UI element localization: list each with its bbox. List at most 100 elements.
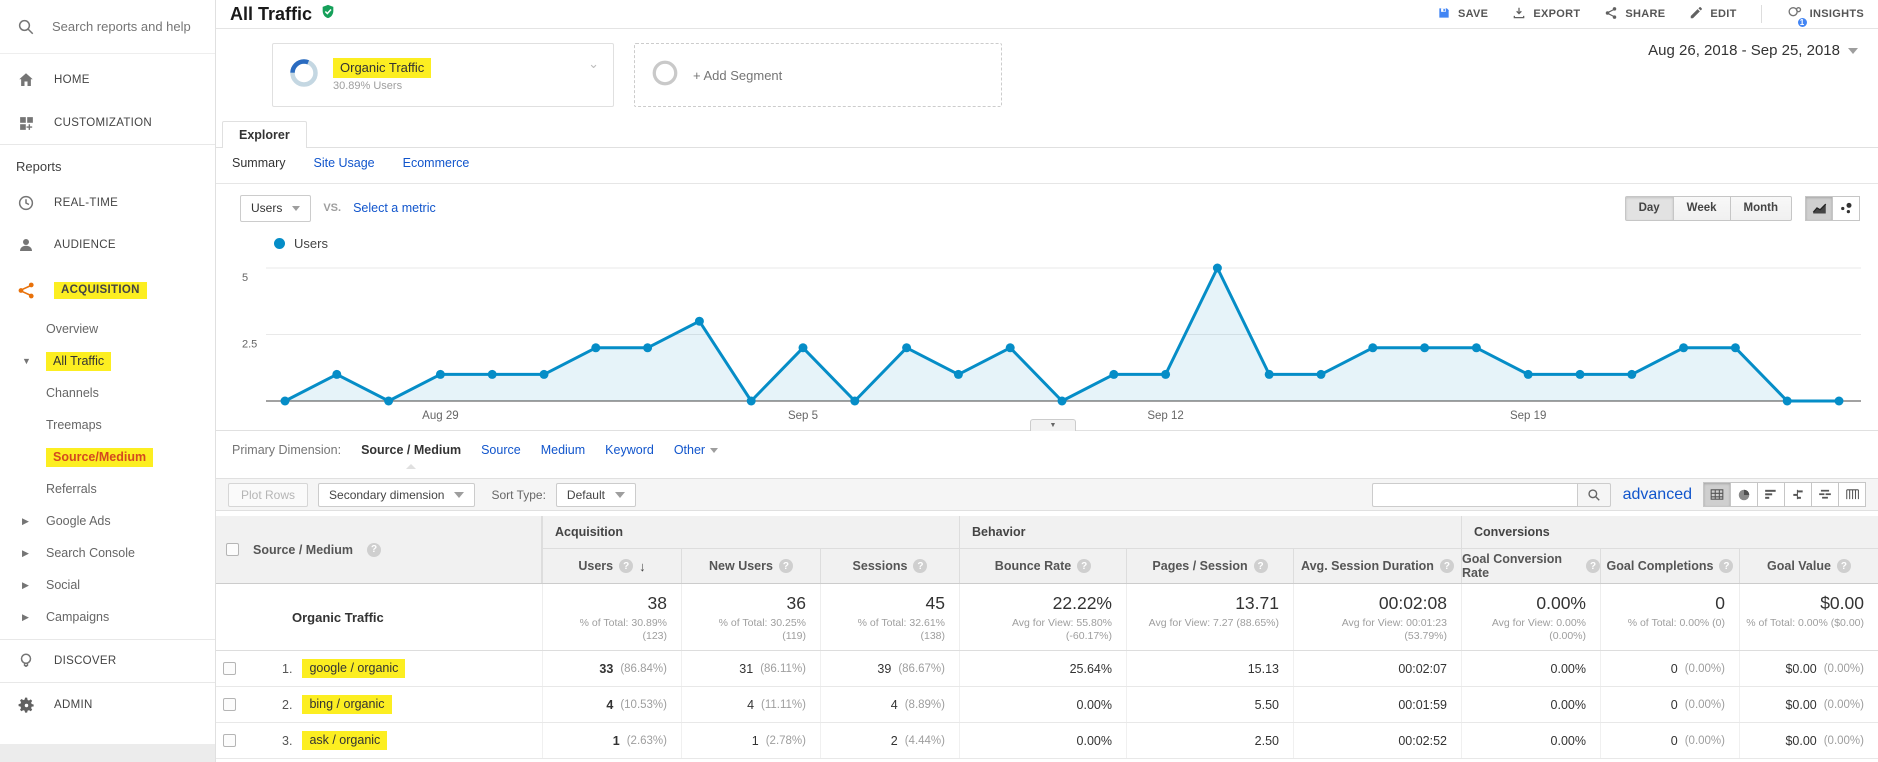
sidebar-item-home[interactable]: HOME [0, 58, 215, 102]
dimension-keyword[interactable]: Keyword [605, 443, 654, 457]
chevron-right-icon: ▶ [22, 612, 29, 623]
help-icon[interactable]: ? [1254, 559, 1268, 573]
chevron-right-icon: ▶ [22, 548, 29, 559]
person-icon [16, 236, 36, 254]
col-header-goal-completions[interactable]: Goal Completions? [1600, 549, 1739, 583]
source-link[interactable]: bing / organic [302, 695, 391, 714]
select-metric-link[interactable]: Select a metric [353, 201, 436, 215]
search-icon[interactable] [1577, 483, 1611, 507]
help-icon[interactable]: ? [1440, 559, 1454, 573]
view-performance-icon[interactable] [1757, 482, 1785, 507]
col-header-avg-duration[interactable]: Avg. Session Duration? [1293, 549, 1461, 583]
help-icon[interactable]: ? [619, 559, 633, 573]
dimension-source[interactable]: Source [481, 443, 521, 457]
col-header-bounce-rate[interactable]: Bounce Rate? [959, 549, 1126, 583]
sidebar-item-customization[interactable]: CUSTOMIZATION [0, 102, 215, 144]
sidebar-item-acquisition[interactable]: ACQUISITION [0, 267, 215, 313]
granularity-week[interactable]: Week [1673, 196, 1731, 221]
share-button[interactable]: SHARE [1604, 6, 1665, 23]
search-input[interactable]: Search reports and help [0, 0, 215, 54]
help-icon[interactable]: ? [367, 543, 381, 557]
subtab-summary[interactable]: Summary [232, 156, 285, 170]
sidebar-item-source-medium[interactable]: Source/Medium [0, 441, 215, 473]
row-checkbox[interactable] [223, 662, 236, 675]
help-icon[interactable]: ? [1077, 559, 1091, 573]
sidebar-item-overview[interactable]: Overview [0, 313, 215, 345]
sidebar-item-search-console[interactable]: ▶Search Console [0, 537, 215, 569]
col-header-goal-value[interactable]: Goal Value? [1739, 549, 1878, 583]
legend-dot-icon [274, 238, 285, 249]
row-checkbox[interactable] [223, 698, 236, 711]
pencil-icon [1689, 6, 1703, 23]
help-icon[interactable]: ? [779, 559, 793, 573]
sidebar-item-campaigns[interactable]: ▶Campaigns [0, 601, 215, 633]
view-data-table-icon[interactable] [1703, 482, 1731, 507]
col-header-sessions[interactable]: Sessions? [820, 549, 959, 583]
sidebar-item-admin[interactable]: ADMIN [0, 683, 215, 727]
insights-button[interactable]: 1 INSIGHTS [1786, 5, 1864, 24]
motion-chart-icon[interactable] [1832, 196, 1860, 221]
col-header-goal-conversion-rate[interactable]: Goal Conversion Rate? [1461, 549, 1600, 583]
sidebar-item-treemaps[interactable]: Treemaps [0, 409, 215, 441]
segment-name: Organic Traffic [333, 58, 431, 78]
advanced-search-link[interactable]: advanced [1623, 486, 1692, 504]
summary-gcomp: 0% of Total: 0.00% (0) [1600, 584, 1739, 650]
line-chart-icon[interactable] [1805, 196, 1833, 221]
view-comparison-icon[interactable] [1784, 482, 1812, 507]
sort-type-dropdown[interactable]: Default [556, 483, 636, 507]
svg-text:Sep 12: Sep 12 [1147, 410, 1183, 422]
svg-text:5: 5 [242, 272, 248, 284]
col-header-new-users[interactable]: New Users? [681, 549, 820, 583]
metric-dropdown[interactable]: Users [240, 195, 311, 222]
view-pivot-icon[interactable] [1838, 482, 1866, 507]
secondary-dimension-dropdown[interactable]: Secondary dimension [318, 483, 475, 507]
sidebar-item-all-traffic[interactable]: ▼ All Traffic [0, 345, 215, 377]
add-segment-card[interactable]: + Add Segment [634, 43, 1002, 107]
view-term-cloud-icon[interactable] [1811, 482, 1839, 507]
sidebar-item-realtime[interactable]: REAL-TIME [0, 182, 215, 223]
dimension-medium[interactable]: Medium [541, 443, 585, 457]
tab-explorer[interactable]: Explorer [222, 121, 307, 148]
subtab-ecommerce[interactable]: Ecommerce [403, 156, 470, 170]
dimension-source-medium[interactable]: Source / Medium [361, 443, 461, 457]
segment-card-organic-traffic[interactable]: Organic Traffic 30.89% Users ⌄ [272, 43, 614, 107]
plot-rows-button[interactable]: Plot Rows [228, 483, 308, 507]
select-all-checkbox[interactable] [226, 543, 239, 556]
customization-icon [16, 115, 36, 132]
sidebar-item-social[interactable]: ▶Social [0, 569, 215, 601]
edit-button[interactable]: EDIT [1689, 6, 1736, 23]
save-button[interactable]: SAVE [1437, 6, 1488, 23]
export-button[interactable]: EXPORT [1512, 6, 1580, 23]
sidebar-item-discover[interactable]: DISCOVER [0, 640, 215, 682]
shield-check-icon [320, 3, 336, 25]
summary-pages: 13.71Avg for View: 7.27 (88.65%) [1126, 584, 1293, 650]
header-divider [1761, 5, 1762, 23]
sidebar-item-channels[interactable]: Channels [0, 377, 215, 409]
source-medium-table: Source / Medium ? Acquisition Behavior C… [216, 516, 1878, 759]
summary-gval: $0.00% of Total: 0.00% ($0.00) [1739, 584, 1878, 650]
help-icon[interactable]: ? [1719, 559, 1733, 573]
sort-desc-icon[interactable]: ↓ [639, 559, 646, 574]
sidebar-item-referrals[interactable]: Referrals [0, 473, 215, 505]
table-search-input[interactable] [1372, 483, 1577, 507]
col-header-users[interactable]: Users?↓ [542, 549, 681, 583]
help-icon[interactable]: ? [1586, 559, 1600, 573]
chart-collapse-handle[interactable]: ▼ [1030, 419, 1076, 431]
help-icon[interactable]: ? [1837, 559, 1851, 573]
help-icon[interactable]: ? [913, 559, 927, 573]
clock-icon [16, 194, 36, 212]
source-link[interactable]: ask / organic [302, 731, 387, 750]
chevron-down-icon[interactable]: ⌄ [588, 56, 599, 72]
source-link[interactable]: google / organic [302, 659, 405, 678]
granularity-day[interactable]: Day [1625, 196, 1674, 221]
sidebar-item-google-ads[interactable]: ▶Google Ads [0, 505, 215, 537]
col-header-pages-session[interactable]: Pages / Session? [1126, 549, 1293, 583]
view-percentage-icon[interactable] [1730, 482, 1758, 507]
row-checkbox[interactable] [223, 734, 236, 747]
date-range-picker[interactable]: Aug 26, 2018 - Sep 25, 2018 [1648, 42, 1858, 59]
granularity-month[interactable]: Month [1730, 196, 1792, 221]
dimension-other[interactable]: Other [674, 443, 718, 457]
chevron-down-icon [615, 492, 625, 498]
subtab-site-usage[interactable]: Site Usage [313, 156, 374, 170]
sidebar-item-audience[interactable]: AUDIENCE [0, 223, 215, 267]
